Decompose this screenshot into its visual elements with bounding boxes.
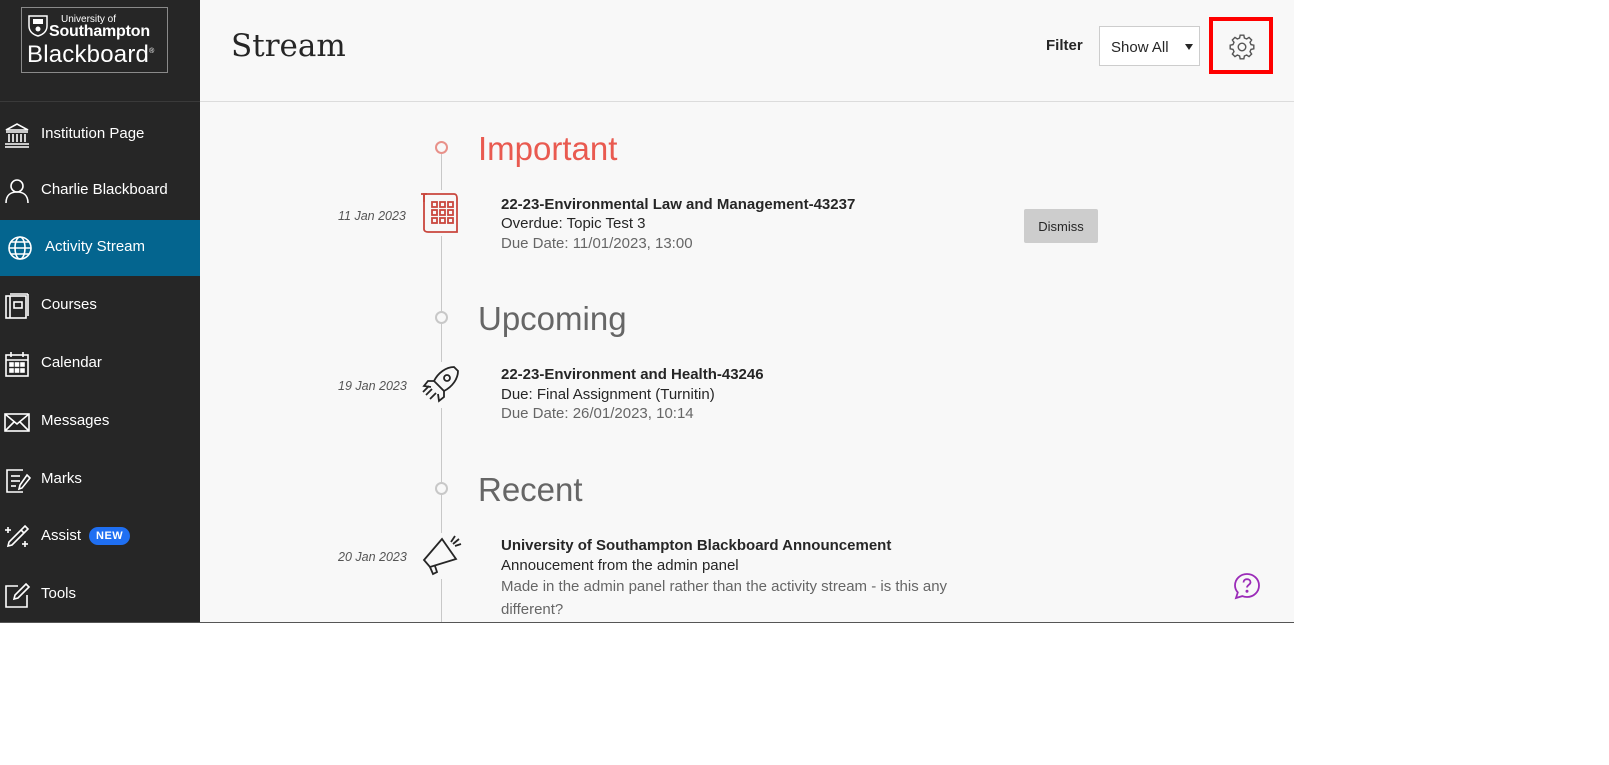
logo-line-3: Blackboard® — [27, 41, 155, 68]
item-subject[interactable]: Due: Final Assignment (Turnitin) — [501, 386, 715, 403]
sidebar-item-messages[interactable]: Messages — [0, 394, 200, 450]
new-badge: NEW — [89, 527, 131, 545]
gear-icon — [1229, 34, 1255, 60]
item-date: 20 Jan 2023 — [338, 550, 407, 564]
assignment-grid-icon — [418, 190, 464, 236]
sidebar-item-marks[interactable]: Marks — [0, 452, 200, 508]
window-bottom-border — [0, 622, 1294, 623]
item-description: Made in the admin panel rather than the … — [501, 578, 948, 618]
section-title-important: Important — [478, 130, 618, 167]
university-logo[interactable]: University of Southampton Blackboard® — [21, 7, 168, 73]
megaphone-icon — [418, 533, 464, 579]
sidebar-item-profile[interactable]: Charlie Blackboard — [0, 163, 200, 219]
sidebar-item-assist[interactable]: Assist NEW — [0, 509, 200, 565]
courses-icon — [3, 292, 31, 320]
page-title: Stream — [231, 28, 346, 64]
sidebar-item-courses[interactable]: Courses — [0, 278, 200, 334]
institution-icon — [3, 121, 31, 149]
marks-icon — [3, 466, 32, 494]
globe-icon — [6, 234, 34, 262]
assist-icon — [3, 523, 31, 551]
sidebar-item-label: Messages — [41, 412, 110, 429]
sidebar: University of Southampton Blackboard® In… — [0, 0, 200, 623]
item-course-title[interactable]: 22-23-Environmental Law and Management-4… — [501, 196, 855, 213]
sidebar-item-label: Courses — [41, 296, 97, 313]
item-course-title[interactable]: 22-23-Environment and Health-43246 — [501, 366, 764, 383]
sidebar-item-tools[interactable]: Tools — [0, 567, 200, 623]
app-window: University of Southampton Blackboard® In… — [0, 0, 1294, 623]
sidebar-item-label: Marks — [41, 470, 82, 487]
caret-down-icon — [1185, 44, 1193, 50]
logo-line-2: Southampton — [49, 23, 150, 40]
sidebar-item-label: Institution Page — [41, 125, 145, 142]
sidebar-item-label: Calendar — [41, 354, 102, 371]
filter-select[interactable]: Show All — [1099, 26, 1200, 66]
item-subject[interactable]: Annoucement from the admin panel — [501, 557, 739, 574]
user-icon — [3, 177, 31, 205]
sidebar-divider — [0, 101, 200, 102]
filter-label: Filter — [1046, 37, 1083, 54]
section-title-recent: Recent — [478, 471, 583, 508]
sidebar-item-institution-page[interactable]: Institution Page — [0, 107, 200, 163]
calendar-icon — [3, 350, 31, 378]
crest-icon — [28, 15, 48, 37]
envelope-icon — [3, 408, 31, 436]
section-title-upcoming: Upcoming — [478, 300, 627, 337]
sidebar-item-label: Assist NEW — [41, 527, 131, 546]
sidebar-item-label: Tools — [41, 585, 77, 602]
dismiss-button[interactable]: Dismiss — [1024, 209, 1098, 243]
item-date: 11 Jan 2023 — [338, 209, 406, 223]
rocket-icon — [418, 362, 464, 408]
stream-header: Stream Filter Show All — [200, 0, 1294, 102]
sidebar-item-label: Charlie Blackboard — [41, 181, 168, 198]
stream-settings-button[interactable] — [1209, 17, 1273, 74]
sidebar-item-activity-stream[interactable]: Activity Stream — [0, 220, 200, 276]
item-announcement-title[interactable]: University of Southampton Blackboard Ann… — [501, 537, 891, 554]
sidebar-item-label: Activity Stream — [45, 238, 146, 255]
item-subject[interactable]: Overdue: Topic Test 3 — [501, 215, 646, 232]
timeline-dot — [435, 482, 448, 495]
sidebar-item-calendar[interactable]: Calendar — [0, 336, 200, 392]
timeline-dot — [435, 141, 448, 154]
item-due-date: Due Date: 26/01/2023, 10:14 — [501, 405, 694, 422]
timeline-dot — [435, 311, 448, 324]
item-date: 19 Jan 2023 — [338, 379, 407, 393]
item-due-date: Due Date: 11/01/2023, 13:00 — [501, 235, 693, 252]
tools-icon — [3, 581, 31, 609]
help-chat-icon[interactable] — [1233, 572, 1261, 600]
filter-selected-value: Show All — [1111, 39, 1169, 56]
